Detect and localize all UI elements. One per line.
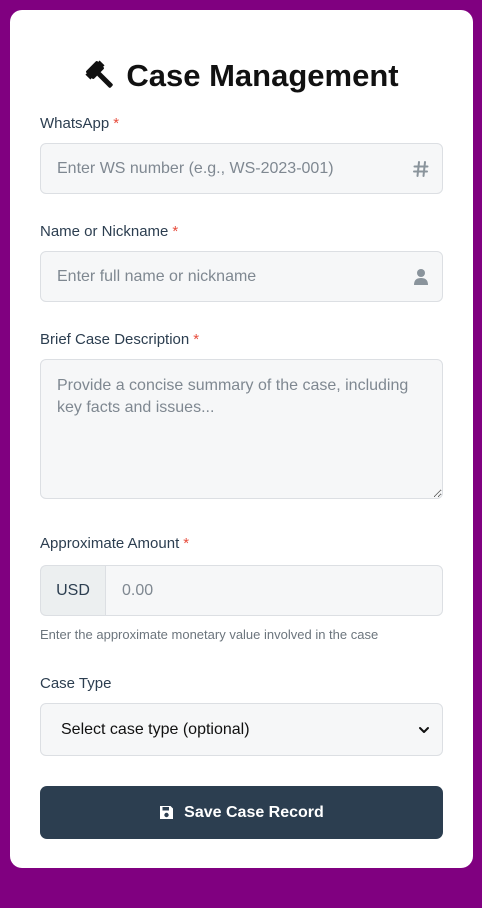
required-marker: *	[172, 223, 179, 240]
title-text: Case Management	[126, 58, 399, 93]
save-case-button[interactable]: Save Case Record	[40, 786, 443, 839]
floppy-disk-icon	[160, 806, 174, 819]
case-type-selected: Select case type (optional)	[61, 720, 250, 738]
case-form-card: Case Management WhatsApp* Name or Nickna…	[10, 10, 473, 868]
required-marker: *	[113, 115, 120, 132]
chevron-down-icon	[419, 726, 429, 733]
amount-label: Approximate Amount *	[40, 535, 190, 552]
whatsapp-label: WhatsApp *	[40, 115, 120, 132]
required-marker: *	[193, 331, 200, 348]
name-input[interactable]	[40, 251, 443, 302]
amount-input[interactable]	[105, 565, 443, 616]
page-title: Case Management	[10, 58, 473, 94]
description-textarea[interactable]	[40, 359, 443, 499]
case-type-label: Case Type	[40, 675, 112, 692]
whatsapp-input[interactable]	[40, 143, 443, 194]
currency-addon: USD	[40, 565, 105, 616]
required-marker: *	[183, 535, 190, 552]
hash-icon	[413, 161, 429, 177]
name-label: Name or Nickname *	[40, 223, 179, 240]
gavel-icon	[85, 60, 114, 88]
save-button-label: Save Case Record	[184, 803, 324, 821]
user-icon	[414, 269, 428, 285]
description-label: Brief Case Description *	[40, 331, 200, 348]
amount-hint: Enter the approximate monetary value inv…	[40, 627, 379, 642]
case-type-select[interactable]: Select case type (optional)	[40, 703, 443, 756]
